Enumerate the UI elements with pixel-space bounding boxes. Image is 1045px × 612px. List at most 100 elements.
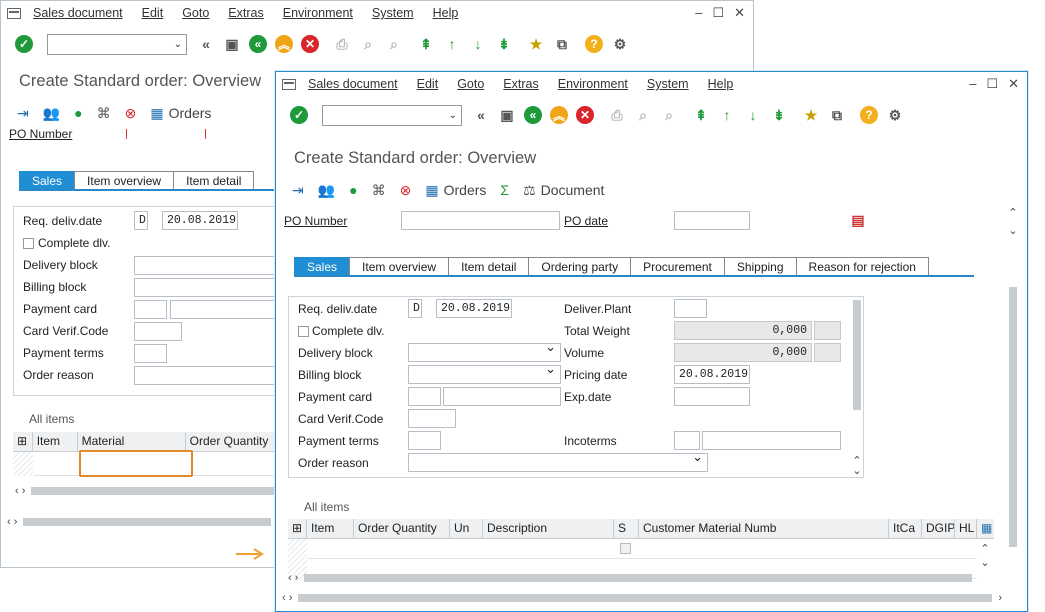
- deliver-plant-field[interactable]: [674, 299, 707, 318]
- command-field[interactable]: ⌄: [322, 104, 462, 126]
- exit-icon[interactable]: ︽: [273, 33, 295, 55]
- exit-icon[interactable]: ︽: [548, 104, 570, 126]
- complete-dlv-checkbox[interactable]: [298, 326, 309, 337]
- tab-sales[interactable]: Sales: [19, 171, 76, 189]
- po-date-field[interactable]: [674, 211, 750, 230]
- tab-item-overview[interactable]: Item overview: [349, 257, 450, 275]
- first-page-icon[interactable]: ⇞: [415, 33, 437, 55]
- tab-reason-for-rejection[interactable]: Reason for rejection: [795, 257, 929, 275]
- ordering-party-icon[interactable]: 👥: [318, 182, 335, 199]
- row-s-checkbox[interactable]: [620, 543, 631, 554]
- col-material[interactable]: Material: [78, 432, 186, 451]
- new-session-icon[interactable]: ★: [800, 104, 822, 126]
- po-number-field[interactable]: [126, 129, 206, 139]
- table-scroll-up-icon[interactable]: ⌃: [979, 544, 991, 555]
- card-verif-field[interactable]: [134, 322, 182, 341]
- menu-extras[interactable]: Extras: [228, 6, 263, 20]
- page-hscrollbar[interactable]: ‹ › ›: [282, 592, 1002, 604]
- document-flow-icon[interactable]: ⌘: [372, 182, 386, 199]
- close-icon[interactable]: ✕: [734, 5, 745, 21]
- column-config-icon[interactable]: ▦: [977, 519, 993, 538]
- status-icon[interactable]: ⊗: [125, 105, 137, 122]
- col-item[interactable]: Item: [33, 432, 78, 451]
- first-page-icon[interactable]: ⇞: [690, 104, 712, 126]
- pricing-date-field[interactable]: 20.08.2019: [674, 365, 750, 384]
- help-icon[interactable]: ?: [858, 104, 880, 126]
- table-hscrollbar[interactable]: ‹ ›: [15, 485, 285, 497]
- command-field[interactable]: ⌄: [47, 33, 187, 55]
- menu-environment[interactable]: Environment: [558, 77, 628, 91]
- person-icon[interactable]: ●: [349, 182, 357, 198]
- row-selector[interactable]: [13, 452, 33, 476]
- billing-block-dropdown[interactable]: [408, 365, 561, 384]
- find-next-icon[interactable]: ⌕: [383, 33, 405, 55]
- col-order-quantity[interactable]: Order Quantity: [354, 519, 450, 538]
- table-settings-icon[interactable]: ⊞: [288, 519, 307, 538]
- back-icon[interactable]: «: [195, 33, 217, 55]
- menu-edit[interactable]: Edit: [142, 6, 164, 20]
- incoterms-location-field[interactable]: [702, 431, 841, 450]
- save-icon[interactable]: ▣: [496, 104, 518, 126]
- payment-card-type-field[interactable]: [408, 387, 441, 406]
- payment-card-field[interactable]: [170, 300, 285, 319]
- tab-item-detail[interactable]: Item detail: [173, 171, 255, 189]
- exp-date-field[interactable]: [674, 387, 750, 406]
- print-icon[interactable]: ⎙: [331, 33, 353, 55]
- col-itca[interactable]: ItCa: [889, 519, 922, 538]
- next-page-icon[interactable]: ↓: [467, 33, 489, 55]
- header-details-icon[interactable]: ▤: [847, 209, 869, 231]
- material-cell-highlight[interactable]: [79, 450, 193, 477]
- menu-goto[interactable]: Goto: [182, 6, 209, 20]
- find-icon[interactable]: ⌕: [632, 104, 654, 126]
- menu-goto[interactable]: Goto: [457, 77, 484, 91]
- col-s[interactable]: S: [614, 519, 639, 538]
- menu-sales-document[interactable]: Sales document: [308, 77, 398, 91]
- menu-system[interactable]: System: [647, 77, 689, 91]
- print-icon[interactable]: ⎙: [606, 104, 628, 126]
- maximize-icon[interactable]: ☐: [986, 76, 998, 92]
- date-type-field[interactable]: D: [134, 211, 148, 230]
- cancel-icon[interactable]: ✕: [299, 33, 321, 55]
- find-icon[interactable]: ⌕: [357, 33, 379, 55]
- last-page-icon[interactable]: ⇟: [493, 33, 515, 55]
- date-type-field[interactable]: D: [408, 299, 422, 318]
- menu-sales-document[interactable]: Sales document: [33, 6, 123, 20]
- document-flow-icon[interactable]: ⌘: [97, 105, 111, 122]
- maximize-icon[interactable]: ☐: [712, 5, 724, 21]
- shortcut-icon[interactable]: ⧉: [826, 104, 848, 126]
- menu-help[interactable]: Help: [433, 6, 459, 20]
- app-menu-icon[interactable]: [7, 7, 21, 19]
- settings-icon[interactable]: ⚙: [884, 104, 906, 126]
- tab-shipping[interactable]: Shipping: [723, 257, 797, 275]
- cancel-icon[interactable]: ✕: [574, 104, 596, 126]
- payment-terms-field[interactable]: [134, 344, 167, 363]
- back-nav-icon[interactable]: «: [247, 33, 269, 55]
- col-order-quantity[interactable]: Order Quantity: [186, 432, 283, 451]
- person-icon[interactable]: ●: [74, 105, 82, 121]
- col-description[interactable]: Description: [483, 519, 614, 538]
- billing-block-field[interactable]: [134, 278, 284, 297]
- req-deliv-date-field[interactable]: 20.08.2019: [436, 299, 512, 318]
- display-header-icon[interactable]: ⇥: [17, 105, 29, 122]
- prev-page-icon[interactable]: ↑: [716, 104, 738, 126]
- minimize-icon[interactable]: –: [695, 5, 702, 21]
- save-icon[interactable]: ▣: [221, 33, 243, 55]
- check-icon[interactable]: ✓: [288, 104, 310, 126]
- status-icon[interactable]: ⊗: [400, 182, 412, 199]
- shortcut-icon[interactable]: ⧉: [551, 33, 573, 55]
- po-number-field[interactable]: [401, 211, 560, 230]
- new-session-icon[interactable]: ★: [525, 33, 547, 55]
- tab-procurement[interactable]: Procurement: [630, 257, 725, 275]
- document-button[interactable]: ⚖ Document: [523, 182, 604, 199]
- payment-terms-field[interactable]: [408, 431, 441, 450]
- table-hscrollbar[interactable]: ‹ ›: [288, 572, 978, 584]
- table-scroll-down-icon[interactable]: ⌄: [979, 558, 991, 569]
- help-icon[interactable]: ?: [583, 33, 605, 55]
- col-unit[interactable]: Un: [450, 519, 483, 538]
- last-page-icon[interactable]: ⇟: [768, 104, 790, 126]
- col-customer-material[interactable]: Customer Material Numb: [639, 519, 889, 538]
- payment-card-field[interactable]: [443, 387, 561, 406]
- col-hl[interactable]: HL: [955, 519, 977, 538]
- header-vscrollbar[interactable]: ⌃ ⌄: [1007, 206, 1019, 240]
- close-icon[interactable]: ✕: [1008, 76, 1019, 92]
